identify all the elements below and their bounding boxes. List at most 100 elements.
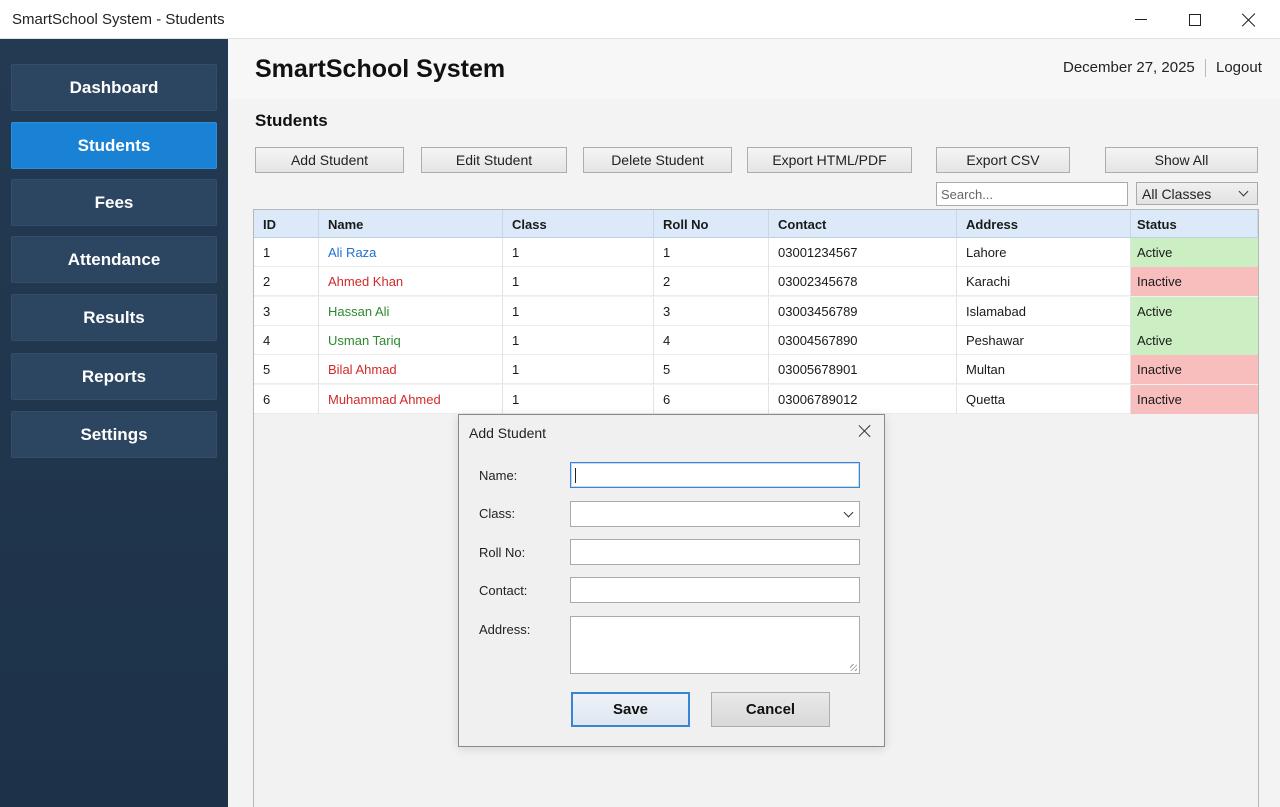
- main-content: SmartSchool System December 27, 2025 Log…: [228, 39, 1280, 807]
- save-button[interactable]: Save: [571, 692, 690, 727]
- roll-no-label: Roll No:: [479, 545, 526, 560]
- class-filter-select[interactable]: All Classes: [1136, 182, 1258, 205]
- cell-status: Active: [1131, 238, 1258, 267]
- app-header: SmartSchool System December 27, 2025 Log…: [228, 39, 1280, 99]
- cell-address: Islamabad: [957, 296, 1131, 326]
- cell-name: Usman Tariq: [319, 325, 503, 355]
- name-field[interactable]: [570, 462, 860, 488]
- add-student-dialog: Add Student Name: Class: Roll No: Contac…: [458, 414, 885, 747]
- search-placeholder: Search...: [941, 186, 994, 202]
- cancel-button[interactable]: Cancel: [711, 692, 830, 727]
- delete-student-button[interactable]: Delete Student: [583, 147, 732, 173]
- cell-name: Ali Raza: [319, 238, 503, 267]
- column-header-contact[interactable]: Contact: [769, 210, 957, 238]
- minimize-button[interactable]: [1114, 0, 1168, 39]
- dialog-close-button[interactable]: [857, 423, 873, 439]
- cell-roll-no: 3: [654, 296, 769, 326]
- column-header-class[interactable]: Class: [503, 210, 654, 238]
- show-all-button[interactable]: Show All: [1105, 147, 1258, 173]
- sidebar-item-reports[interactable]: Reports: [11, 353, 217, 400]
- address-field[interactable]: [570, 616, 860, 674]
- export-html-pdf-button[interactable]: Export HTML/PDF: [747, 147, 912, 173]
- maximize-button[interactable]: [1168, 0, 1222, 39]
- cell-contact: 03003456789: [769, 296, 957, 326]
- cell-name: Bilal Ahmad: [319, 355, 503, 385]
- table-row[interactable]: 1 Ali Raza 1 1 03001234567 Lahore Active: [254, 238, 1258, 267]
- cell-class: 1: [503, 384, 654, 414]
- sidebar-item-students[interactable]: Students: [11, 122, 217, 169]
- sidebar-item-label: Fees: [94, 192, 134, 212]
- contact-label: Contact:: [479, 583, 528, 598]
- table-row[interactable]: 6 Muhammad Ahmed 1 6 03006789012 Quetta Inacti…: [254, 384, 1258, 414]
- cell-id: 3: [254, 296, 319, 326]
- column-header-id[interactable]: ID: [254, 210, 319, 238]
- logout-button[interactable]: Logout: [1216, 59, 1262, 76]
- edit-student-button[interactable]: Edit Student: [421, 147, 567, 173]
- cell-contact: 03002345678: [769, 267, 957, 297]
- table-row[interactable]: 3 Hassan Ali 1 3 03003456789 Islamabad Active: [254, 296, 1258, 326]
- cell-roll-no: 5: [654, 355, 769, 385]
- cell-address: Quetta: [957, 384, 1131, 414]
- cell-contact: 03005678901: [769, 355, 957, 385]
- cell-status: Active: [1131, 325, 1258, 355]
- cell-class: 1: [503, 238, 654, 267]
- class-label: Class:: [479, 506, 516, 521]
- cell-class: 1: [503, 355, 654, 385]
- cell-class: 1: [503, 267, 654, 297]
- maximize-icon: [1189, 13, 1201, 26]
- header-divider: [1205, 59, 1206, 77]
- sidebar-item-label: Results: [83, 307, 145, 327]
- current-date: December 27, 2025: [1063, 59, 1195, 76]
- cell-address: Multan: [957, 355, 1131, 385]
- chevron-down-icon: [1238, 186, 1249, 197]
- cell-address: Peshawar: [957, 325, 1131, 355]
- page-title: Students: [255, 111, 328, 130]
- app-title: SmartSchool System: [255, 55, 506, 83]
- chevron-down-icon: [843, 507, 854, 518]
- add-student-button[interactable]: Add Student: [255, 147, 404, 173]
- cell-class: 1: [503, 325, 654, 355]
- class-select[interactable]: [570, 501, 860, 527]
- cell-contact: 03001234567: [769, 238, 957, 267]
- resize-grip-icon[interactable]: [850, 664, 857, 671]
- table-row[interactable]: 4 Usman Tariq 1 4 03004567890 Peshawar Active: [254, 325, 1258, 355]
- cell-status: Inactive: [1131, 355, 1258, 385]
- name-label: Name:: [479, 468, 518, 483]
- cell-status: Inactive: [1131, 384, 1258, 414]
- sidebar-item-dashboard[interactable]: Dashboard: [11, 64, 217, 111]
- sidebar-item-attendance[interactable]: Attendance: [11, 236, 217, 283]
- sidebar-item-label: Dashboard: [69, 77, 159, 97]
- export-csv-button[interactable]: Export CSV: [936, 147, 1070, 173]
- sidebar-item-settings[interactable]: Settings: [11, 411, 217, 458]
- dialog-title: Add Student: [469, 425, 547, 441]
- sidebar-item-results[interactable]: Results: [11, 294, 217, 341]
- cell-id: 6: [254, 384, 319, 414]
- cell-address: Karachi: [957, 267, 1131, 297]
- cell-id: 2: [254, 267, 319, 297]
- column-header-status[interactable]: Status: [1131, 210, 1258, 238]
- cell-id: 1: [254, 238, 319, 267]
- cell-roll-no: 2: [654, 267, 769, 297]
- sidebar-item-label: Attendance: [67, 249, 161, 269]
- cell-name: Muhammad Ahmed: [319, 384, 503, 414]
- close-icon: [1242, 13, 1256, 27]
- minimize-icon: [1135, 19, 1147, 20]
- cell-id: 5: [254, 355, 319, 385]
- table-row[interactable]: 5 Bilal Ahmad 1 5 03005678901 Multan Inactive: [254, 355, 1258, 385]
- cell-address: Lahore: [957, 238, 1131, 267]
- sidebar-item-label: Students: [77, 135, 151, 155]
- cell-status: Inactive: [1131, 267, 1258, 297]
- close-window-button[interactable]: [1222, 0, 1276, 39]
- column-header-roll-no[interactable]: Roll No: [654, 210, 769, 238]
- roll-no-field[interactable]: [570, 539, 860, 565]
- search-input[interactable]: Search...: [936, 182, 1128, 206]
- sidebar-item-label: Settings: [80, 424, 148, 444]
- table-row[interactable]: 2 Ahmed Khan 1 2 03002345678 Karachi Inactive: [254, 267, 1258, 297]
- column-header-address[interactable]: Address: [957, 210, 1131, 238]
- sidebar-item-fees[interactable]: Fees: [11, 179, 217, 226]
- cell-roll-no: 6: [654, 384, 769, 414]
- contact-field[interactable]: [570, 577, 860, 603]
- column-header-name[interactable]: Name: [319, 210, 503, 238]
- text-caret: [575, 468, 576, 483]
- cell-id: 4: [254, 325, 319, 355]
